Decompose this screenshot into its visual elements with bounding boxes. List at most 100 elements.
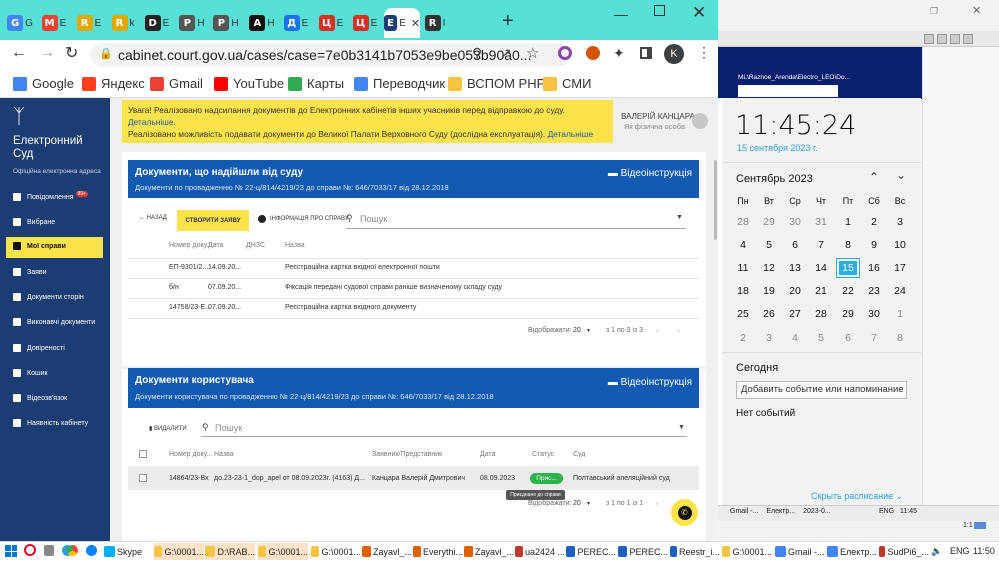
calendar-day[interactable]: 21 (810, 285, 832, 297)
row-checkbox[interactable] (139, 474, 147, 482)
col-header-date[interactable]: Дата (208, 242, 224, 249)
browser-tab[interactable]: PH (209, 8, 243, 38)
bookmark-item[interactable]: ВСПОМ PHP (448, 76, 545, 91)
add-event-input[interactable]: Добавить событие или напоминание (736, 381, 907, 399)
calendar-day[interactable]: 31 (810, 216, 832, 228)
taskbar-item[interactable]: G:\0001... (311, 543, 361, 560)
inner-task-item[interactable]: Електр... (766, 508, 795, 515)
calendar-day[interactable]: 5 (758, 239, 780, 251)
prev-page-icon[interactable]: ‹ (656, 325, 659, 335)
calendar-day[interactable]: 8 (837, 239, 859, 251)
active-tab[interactable]: E E ✕ (384, 8, 420, 38)
calendar-day[interactable]: 1 (837, 216, 859, 228)
reload-icon[interactable]: ↻ (65, 43, 78, 63)
lock-icon[interactable]: 🔒 (99, 47, 113, 60)
bookmark-item[interactable]: Яндекс (82, 76, 145, 91)
scrollbar-thumb[interactable] (714, 160, 717, 240)
sidebar-item-applications[interactable]: Заяви (13, 268, 47, 276)
calendar-day[interactable]: 23 (863, 285, 885, 297)
next-page-icon[interactable]: › (677, 325, 680, 335)
chevron-down-icon[interactable]: ▼ (586, 501, 591, 507)
browser-tab[interactable]: RI (418, 8, 452, 38)
inner-task-item[interactable]: 2023-0... (803, 508, 831, 515)
taskbar-item[interactable]: ua2424 ... (515, 543, 565, 560)
extension-icon[interactable] (586, 46, 600, 60)
calendar-day[interactable]: 26 (758, 308, 780, 320)
taskbar-item[interactable]: G:\0001... (722, 543, 772, 560)
forward-icon[interactable]: → (39, 44, 55, 62)
calendar-day[interactable]: 10 (889, 239, 911, 251)
taskbar-clock[interactable]: 11:50 (973, 546, 995, 556)
calendar-day[interactable]: 28 (810, 308, 832, 320)
taskbar-item[interactable]: G:\0001... (258, 543, 308, 560)
sidebar-item-video[interactable]: Відеозв'язок (13, 394, 67, 402)
chevron-up-icon[interactable]: ⌃ (869, 170, 879, 184)
bookmark-item[interactable]: Gmail (150, 76, 203, 91)
calendar-day[interactable]: 19 (758, 285, 780, 297)
col-header-court[interactable]: Суд (573, 451, 585, 458)
calendar-day[interactable]: 9 (863, 239, 885, 251)
browser-tab[interactable]: PH (175, 8, 209, 38)
col-header-status[interactable]: Статус (532, 451, 554, 458)
side-panel-icon[interactable] (640, 47, 652, 59)
app-icon[interactable] (44, 545, 54, 556)
calendar-day[interactable]: 16 (863, 262, 885, 274)
restore-icon[interactable]: ❐ (930, 6, 938, 17)
calendar-day[interactable]: 4 (732, 239, 754, 251)
minimize-icon[interactable]: — (614, 6, 628, 22)
calendar-day[interactable]: 13 (784, 262, 806, 274)
calendar-month[interactable]: Сентябрь 2023 (736, 173, 813, 185)
calendar-day-today[interactable]: 15 (836, 258, 860, 278)
chevron-down-icon[interactable]: ⌄ (896, 168, 906, 182)
calendar-day[interactable]: 14 (810, 262, 832, 274)
calendar-day[interactable]: 7 (863, 332, 885, 344)
calendar-day[interactable]: 24 (889, 285, 911, 297)
delete-button[interactable]: ▮ ВИДАЛИТИ (149, 425, 187, 432)
browser-tab[interactable]: DE (140, 8, 174, 38)
taskbar-item[interactable]: Zayavl_... (464, 543, 514, 560)
speaker-icon[interactable]: 🔈 (931, 546, 942, 557)
browser-tab[interactable]: ЦE (314, 8, 348, 38)
back-icon[interactable]: ← (11, 44, 27, 62)
calendar-day[interactable]: 2 (863, 216, 885, 228)
browser-tab[interactable]: ЦE (348, 8, 382, 38)
sidebar-item-executive-documents[interactable]: Виконавчі документи (13, 318, 95, 326)
taskbar-item[interactable]: Everythi... (413, 543, 463, 560)
back-button[interactable]: ← НАЗАД (139, 215, 167, 221)
court-docs-video-link[interactable]: ▬ Відеоінструкція (608, 168, 692, 179)
col-header-number[interactable]: Номер доку... (169, 242, 212, 249)
bookmark-item[interactable]: Переводчик (354, 76, 445, 91)
taskbar-item[interactable]: PEREC... (566, 543, 616, 560)
taskbar-item[interactable]: Skype (104, 543, 154, 560)
hide-schedule-link[interactable]: Скрыть расписание ⌄ (811, 491, 903, 502)
inner-lang[interactable]: ENG (879, 508, 894, 515)
user-per-page-select[interactable]: 20 (573, 500, 581, 507)
col-header-applicant[interactable]: Заявник/Представник (372, 451, 442, 458)
close-window-icon[interactable]: ✕ (972, 4, 981, 17)
toolbar-button[interactable] (924, 34, 934, 44)
case-info-button[interactable]: ІНФОРМАЦІЯ ПРО СПРАВУ (258, 215, 349, 223)
calendar-day[interactable]: 11 (732, 262, 754, 274)
calendar-day[interactable]: 8 (889, 332, 911, 344)
toolbar-button[interactable] (963, 34, 973, 44)
calendar-day[interactable]: 3 (889, 216, 911, 228)
bookmark-item[interactable]: Карты (288, 76, 344, 91)
sidebar-item-powers-of-attorney[interactable]: Довіреності (13, 344, 65, 352)
calendar-day[interactable]: 22 (837, 285, 859, 297)
calendar-day[interactable]: 7 (810, 239, 832, 251)
court-docs-search-input[interactable]: Пошук (346, 212, 686, 229)
sidebar-item-party-documents[interactable]: Документи сторін (13, 293, 84, 301)
start-windows-icon[interactable] (5, 545, 17, 557)
profile-avatar[interactable]: K (664, 44, 684, 64)
taskbar-lang[interactable]: ENG (950, 546, 970, 556)
chevron-down-icon[interactable]: ▼ (676, 214, 683, 221)
share-icon[interactable]: ↗ (500, 45, 512, 62)
calendar-day[interactable]: 6 (784, 239, 806, 251)
extensions-puzzle-icon[interactable]: ✦ (613, 45, 625, 62)
clock-date[interactable]: 15 сентября 2023 г. (737, 143, 818, 153)
col-header-dnzs[interactable]: ДНЗС (246, 242, 265, 249)
alert-details-link-2[interactable]: Детальніше (548, 129, 594, 139)
sidebar-item-cabinet[interactable]: Наявність кабінету (13, 419, 88, 427)
inner-task-item[interactable]: Gmail -... (730, 508, 758, 515)
browser-tab[interactable]: RE (72, 8, 106, 38)
